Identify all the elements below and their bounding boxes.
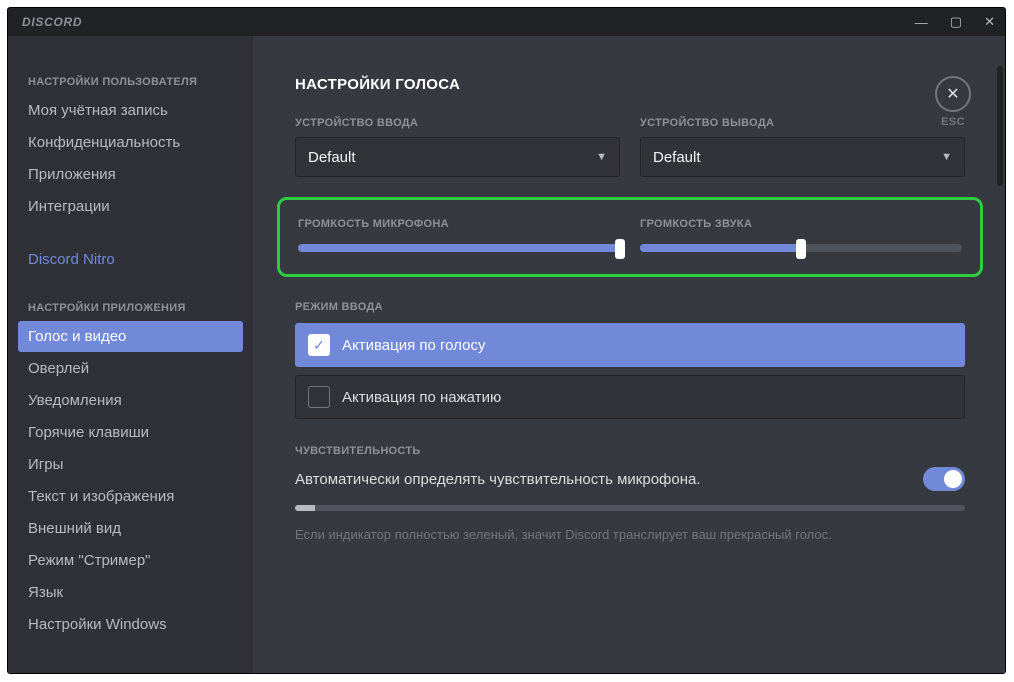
input-device-select[interactable]: Default ▼ bbox=[295, 137, 620, 177]
output-device-select[interactable]: Default ▼ bbox=[640, 137, 965, 177]
sensitivity-meter bbox=[295, 505, 965, 511]
input-mode-voice[interactable]: ✓ Активация по голосу bbox=[295, 323, 965, 367]
close-label: ESC bbox=[941, 116, 965, 128]
close-settings-button[interactable]: ✕ ESC bbox=[935, 76, 971, 128]
sidebar-item-language[interactable]: Язык bbox=[18, 577, 243, 608]
sidebar-item-text-images[interactable]: Текст и изображения bbox=[18, 481, 243, 512]
radio-label: Активация по голосу bbox=[342, 337, 485, 354]
sidebar-item-privacy[interactable]: Конфиденциальность bbox=[18, 127, 243, 158]
sidebar-item-nitro[interactable]: Discord Nitro bbox=[18, 244, 243, 275]
chevron-down-icon: ▼ bbox=[941, 151, 952, 163]
sidebar-item-games[interactable]: Игры bbox=[18, 449, 243, 480]
window-controls: — ▢ ✕ bbox=[915, 14, 995, 30]
volume-section-highlight: ГРОМКОСТЬ МИКРОФОНА ГРОМКОСТЬ ЗВУКА bbox=[277, 197, 983, 277]
app-window: DISCORD — ▢ ✕ НАСТРОЙКИ ПОЛЬЗОВАТЕЛЯ Моя… bbox=[7, 7, 1006, 674]
sidebar-item-notifications[interactable]: Уведомления bbox=[18, 385, 243, 416]
app-title: DISCORD bbox=[22, 15, 82, 29]
sidebar-item-voice-video[interactable]: Голос и видео bbox=[18, 321, 243, 352]
sensitivity-label: ЧУВСТВИТЕЛЬНОСТЬ bbox=[295, 445, 965, 457]
sidebar-item-windows[interactable]: Настройки Windows bbox=[18, 609, 243, 640]
content-scrollbar[interactable] bbox=[997, 66, 1003, 186]
sensitivity-hint: Если индикатор полностью зеленый, значит… bbox=[295, 527, 965, 542]
auto-sensitivity-toggle[interactable] bbox=[923, 467, 965, 491]
mic-volume-slider[interactable] bbox=[298, 244, 620, 252]
sidebar-item-overlay[interactable]: Оверлей bbox=[18, 353, 243, 384]
mic-volume-label: ГРОМКОСТЬ МИКРОФОНА bbox=[298, 218, 620, 230]
settings-sidebar: НАСТРОЙКИ ПОЛЬЗОВАТЕЛЯ Моя учётная запис… bbox=[8, 36, 253, 673]
input-mode-push[interactable]: ✓ Активация по нажатию bbox=[295, 375, 965, 419]
window-close-button[interactable]: ✕ bbox=[984, 14, 995, 30]
sidebar-item-hotkeys[interactable]: Горячие клавиши bbox=[18, 417, 243, 448]
minimize-button[interactable]: — bbox=[915, 15, 928, 30]
chevron-down-icon: ▼ bbox=[596, 151, 607, 163]
output-device-value: Default bbox=[653, 149, 701, 166]
output-device-label: УСТРОЙСТВО ВЫВОДА bbox=[640, 117, 965, 129]
sidebar-item-appearance[interactable]: Внешний вид bbox=[18, 513, 243, 544]
sidebar-section-user: НАСТРОЙКИ ПОЛЬЗОВАТЕЛЯ bbox=[18, 70, 243, 94]
output-volume-slider[interactable] bbox=[640, 244, 962, 252]
radio-label: Активация по нажатию bbox=[342, 389, 501, 406]
sidebar-section-app: НАСТРОЙКИ ПРИЛОЖЕНИЯ bbox=[18, 296, 243, 320]
mic-volume-thumb[interactable] bbox=[615, 239, 625, 259]
sidebar-item-account[interactable]: Моя учётная запись bbox=[18, 95, 243, 126]
toggle-knob bbox=[944, 470, 962, 488]
input-device-value: Default bbox=[308, 149, 356, 166]
auto-sensitivity-text: Автоматически определять чувствительност… bbox=[295, 471, 701, 488]
page-title: НАСТРОЙКИ ГОЛОСА bbox=[295, 76, 965, 93]
titlebar: DISCORD — ▢ ✕ bbox=[8, 8, 1005, 36]
sidebar-item-apps[interactable]: Приложения bbox=[18, 159, 243, 190]
maximize-button[interactable]: ▢ bbox=[950, 14, 962, 30]
checkbox-icon: ✓ bbox=[308, 386, 330, 408]
input-device-label: УСТРОЙСТВО ВВОДА bbox=[295, 117, 620, 129]
output-volume-label: ГРОМКОСТЬ ЗВУКА bbox=[640, 218, 962, 230]
output-volume-thumb[interactable] bbox=[796, 239, 806, 259]
sidebar-item-integrations[interactable]: Интеграции bbox=[18, 191, 243, 222]
close-icon: ✕ bbox=[946, 84, 959, 104]
input-mode-label: РЕЖИМ ВВОДА bbox=[295, 301, 965, 313]
checkbox-icon: ✓ bbox=[308, 334, 330, 356]
settings-content: ✕ ESC НАСТРОЙКИ ГОЛОСА УСТРОЙСТВО ВВОДА … bbox=[253, 36, 1005, 673]
sidebar-item-streamer[interactable]: Режим "Стример" bbox=[18, 545, 243, 576]
